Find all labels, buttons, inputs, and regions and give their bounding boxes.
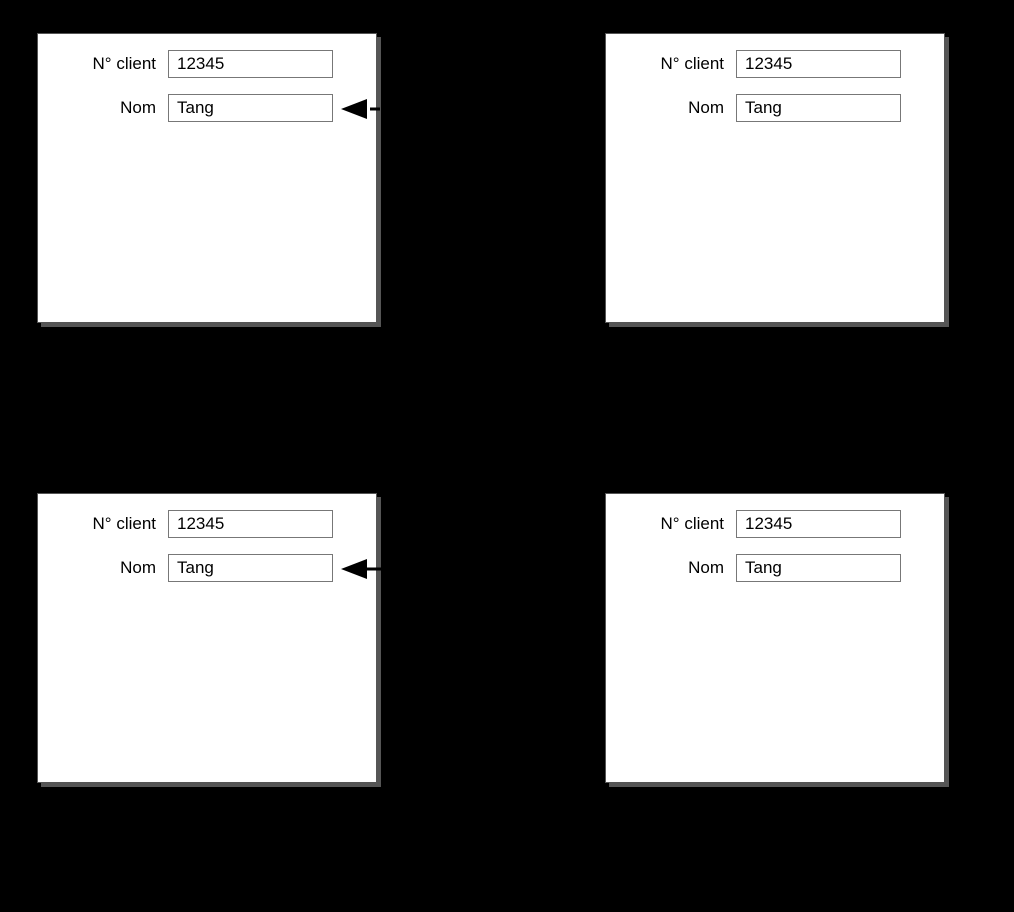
row-name: Nom Tang <box>606 94 944 122</box>
field-name[interactable]: Tang <box>736 94 901 122</box>
label-client: N° client <box>38 54 168 74</box>
panel-top-right: N° client 12345 Nom Tang <box>605 33 945 323</box>
row-name: Nom Tang <box>606 554 944 582</box>
panel-bottom-left: N° client 12345 Nom Tang <box>37 493 377 783</box>
field-client[interactable]: 12345 <box>168 510 333 538</box>
label-client: N° client <box>606 514 736 534</box>
label-client: N° client <box>606 54 736 74</box>
row-client: N° client 12345 <box>38 50 376 78</box>
panel-bottom-right: N° client 12345 Nom Tang <box>605 493 945 783</box>
field-name[interactable]: Tang <box>736 554 901 582</box>
panel-top-left: N° client 12345 Nom Tang <box>37 33 377 323</box>
row-name: Nom Tang <box>38 94 376 122</box>
row-client: N° client 12345 <box>606 50 944 78</box>
field-name[interactable]: Tang <box>168 554 333 582</box>
field-client[interactable]: 12345 <box>168 50 333 78</box>
label-client: N° client <box>38 514 168 534</box>
row-client: N° client 12345 <box>606 510 944 538</box>
connector-top <box>335 97 640 127</box>
label-name: Nom <box>38 558 168 578</box>
row-name: Nom Tang <box>38 554 376 582</box>
field-client[interactable]: 12345 <box>736 50 901 78</box>
row-client: N° client 12345 <box>38 510 376 538</box>
field-name[interactable]: Tang <box>168 94 333 122</box>
connector-bottom <box>335 557 640 587</box>
field-client[interactable]: 12345 <box>736 510 901 538</box>
label-name: Nom <box>38 98 168 118</box>
